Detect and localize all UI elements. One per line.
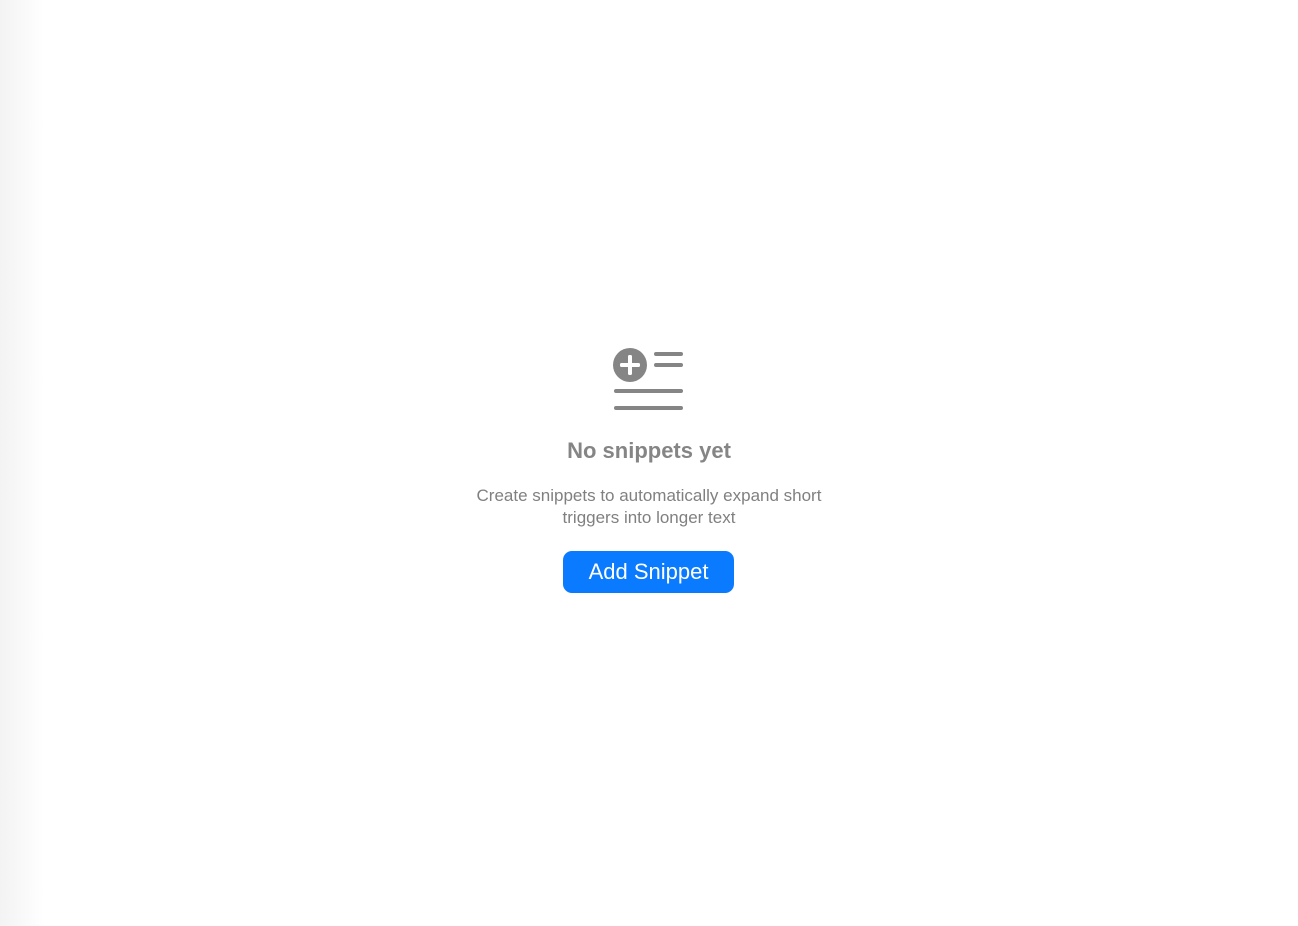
- empty-state-title: No snippets yet: [567, 438, 731, 463]
- snippets-window: No snippets yet Create snippets to autom…: [0, 0, 1298, 926]
- empty-state-description: Create snippets to automatically expand …: [476, 486, 822, 527]
- empty-state: No snippets yet Create snippets to autom…: [0, 0, 1298, 926]
- add-snippet-button[interactable]: Add Snippet: [563, 551, 734, 593]
- list-add-icon: [613, 348, 683, 410]
